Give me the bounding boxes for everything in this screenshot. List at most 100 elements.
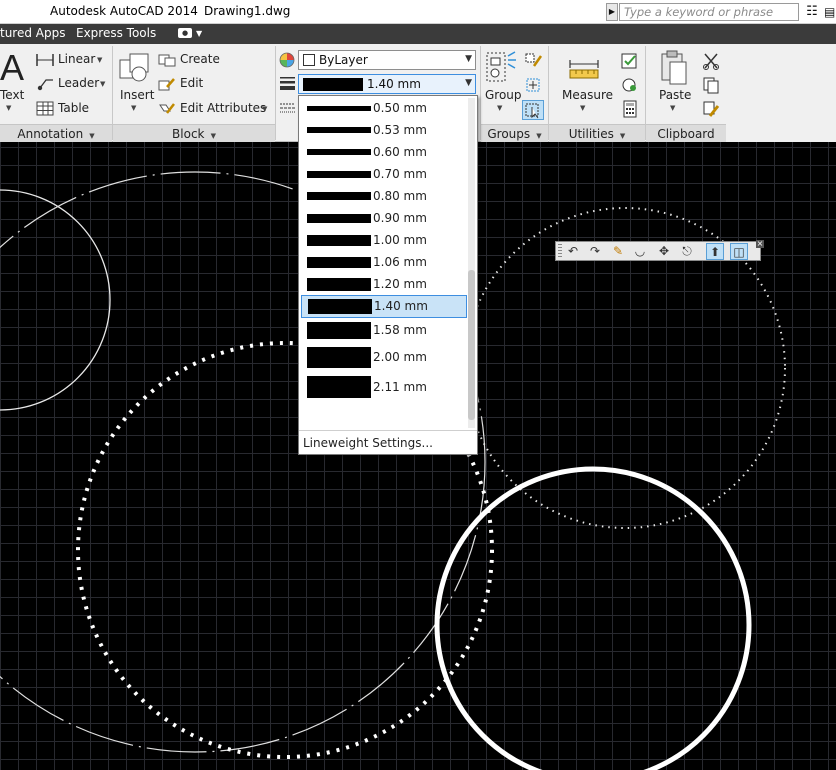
chevron-down-icon: ▼ <box>617 132 626 140</box>
search-input[interactable]: Type a keyword or phrase <box>619 3 799 21</box>
chevron-down-icon[interactable]: ▼ <box>196 29 202 38</box>
chevron-down-icon[interactable]: ▼ <box>262 105 267 113</box>
linear-dimension-icon[interactable] <box>36 53 54 67</box>
lineweight-combo[interactable]: 1.40 mm ▼ <box>298 74 476 94</box>
lineweight-swatch <box>308 299 372 314</box>
lineweight-settings-link[interactable]: Lineweight Settings... <box>299 430 477 454</box>
circle-thick-solid <box>434 466 752 770</box>
lineweight-dropdown[interactable]: Lineweight Settings... 0.50 mm 0.53 mm 0.6… <box>298 95 478 455</box>
match-properties-icon[interactable] <box>702 100 720 118</box>
chevron-down-icon[interactable]: ▼ <box>131 104 136 112</box>
group-selection-icon <box>525 103 539 119</box>
redo-icon[interactable]: ↷ <box>586 243 604 260</box>
undo-icon[interactable]: ↶ <box>564 243 582 260</box>
lineweight-option[interactable]: 0.90 mm <box>301 207 467 229</box>
lineweight-option[interactable]: 2.00 mm <box>301 343 467 372</box>
lineweight-option-label: 1.40 mm <box>374 299 428 313</box>
annotation-panel-title: Annotation <box>17 127 84 141</box>
chevron-down-icon[interactable]: ▼ <box>580 104 585 112</box>
text-icon[interactable]: A <box>0 50 24 86</box>
table-button-label[interactable]: Table <box>58 101 89 115</box>
camera-icon[interactable]: ● <box>178 28 192 38</box>
lineweight-option[interactable]: 1.06 mm <box>301 251 467 273</box>
lineweight-option[interactable]: 0.50 mm <box>301 97 467 119</box>
lineweight-option[interactable]: 1.00 mm <box>301 229 467 251</box>
lineweight-option[interactable]: 0.70 mm <box>301 163 467 185</box>
lineweight-swatch <box>307 170 371 178</box>
utilities-panel-title: Utilities <box>568 127 614 141</box>
lineweight-option[interactable]: 1.58 mm <box>301 318 467 343</box>
insert-block-icon[interactable] <box>118 52 150 86</box>
group-icon[interactable] <box>484 50 518 88</box>
insert-block-icon[interactable]: ⬆ <box>706 243 724 260</box>
lineweight-swatch <box>307 347 371 368</box>
lineweight-option[interactable]: 0.53 mm <box>301 119 467 141</box>
lineweight-option-label: 1.06 mm <box>373 254 427 269</box>
group-selection-toggle[interactable] <box>522 100 544 120</box>
annotation-panel-label[interactable]: Annotation ▼ <box>0 124 112 142</box>
scrollbar-thumb[interactable] <box>468 270 475 420</box>
stretch-icon[interactable]: ⎋ <box>678 243 696 260</box>
binoculars-icon[interactable]: ☷ <box>803 3 821 21</box>
copy-icon[interactable] <box>702 76 720 94</box>
block-panel-label[interactable]: Block ▼ <box>113 124 275 142</box>
lineweight-option[interactable]: 1.40 mm <box>301 295 467 318</box>
lineweight-option[interactable]: 0.60 mm <box>301 141 467 163</box>
paste-button-label[interactable]: Paste <box>659 88 691 102</box>
ungroup-icon[interactable] <box>524 52 544 70</box>
chevron-down-icon[interactable]: ▼ <box>497 104 502 112</box>
edit-attributes-button-label[interactable]: Edit Attributes <box>180 101 266 115</box>
chevron-down-icon[interactable]: ▼ <box>6 104 11 112</box>
create-button-label[interactable]: Create <box>180 52 220 66</box>
group-edit-icon[interactable] <box>524 76 544 94</box>
lineweight-swatch <box>307 149 371 155</box>
linear-button-label[interactable]: Linear <box>58 52 95 66</box>
lineweight-option[interactable]: 2.11 mm <box>301 372 467 402</box>
leader-button-label[interactable]: Leader <box>58 76 99 90</box>
groups-panel-label[interactable]: Groups ▼ <box>481 124 548 142</box>
cut-icon[interactable] <box>702 52 720 70</box>
id-point-icon[interactable] <box>620 76 640 94</box>
account-icon[interactable]: ▤ <box>824 3 836 21</box>
clipboard-panel-label[interactable]: Clipboard <box>646 124 726 142</box>
calculator-icon[interactable] <box>620 100 640 118</box>
create-block-icon[interactable] <box>158 53 176 67</box>
lineweight-icon[interactable] <box>280 76 295 90</box>
lineweight-swatch <box>307 213 371 223</box>
leader-icon[interactable] <box>36 77 54 91</box>
measure-button-label[interactable]: Measure <box>562 88 613 102</box>
quick-select-icon[interactable] <box>620 52 640 70</box>
lineweight-option[interactable]: 0.80 mm <box>301 185 467 207</box>
lineweight-swatch <box>307 234 371 246</box>
app-title: Autodesk AutoCAD 2014 <box>50 4 198 18</box>
search-expand-arrow[interactable]: ▶ <box>606 3 618 21</box>
utilities-panel-label[interactable]: Utilities ▼ <box>549 124 645 142</box>
group-button-label[interactable]: Group <box>485 88 522 102</box>
close-icon[interactable]: × <box>756 240 764 248</box>
chevron-down-icon[interactable]: ▼ <box>97 56 102 64</box>
toolbar-grip[interactable] <box>558 244 562 258</box>
edit-attributes-icon[interactable] <box>158 101 176 115</box>
lineweight-swatch <box>307 322 371 339</box>
color-combo[interactable]: ByLayer ▼ <box>298 50 476 70</box>
paste-icon[interactable] <box>660 50 688 86</box>
tab-featured-apps[interactable]: tured Apps <box>0 26 66 40</box>
table-icon[interactable] <box>36 101 54 116</box>
dropdown-scrollbar[interactable] <box>468 98 475 428</box>
edit-button-label[interactable]: Edit <box>180 76 203 90</box>
chevron-down-icon[interactable]: ▼ <box>100 80 105 88</box>
text-button-label[interactable]: Text <box>0 88 24 102</box>
match-properties-icon[interactable]: ✎ <box>609 243 627 260</box>
edit-block-icon[interactable] <box>158 77 176 91</box>
measure-icon[interactable] <box>568 58 600 82</box>
block-editor-icon[interactable]: ◫ <box>730 243 748 260</box>
linetype-icon[interactable] <box>280 102 295 114</box>
fillet-icon[interactable]: ◡ <box>631 243 649 260</box>
lineweight-option[interactable]: 1.20 mm <box>301 273 467 295</box>
insert-button-label[interactable]: Insert <box>120 88 154 102</box>
color-wheel-icon[interactable] <box>279 52 295 68</box>
move-icon[interactable]: ✥ <box>655 243 673 260</box>
tab-express-tools[interactable]: Express Tools <box>76 26 156 40</box>
chevron-down-icon[interactable]: ▼ <box>670 104 675 112</box>
floating-toolbar[interactable]: ↶ ↷ ✎ ◡ ✥ ⎋ ⬆ ◫ × <box>555 240 764 261</box>
